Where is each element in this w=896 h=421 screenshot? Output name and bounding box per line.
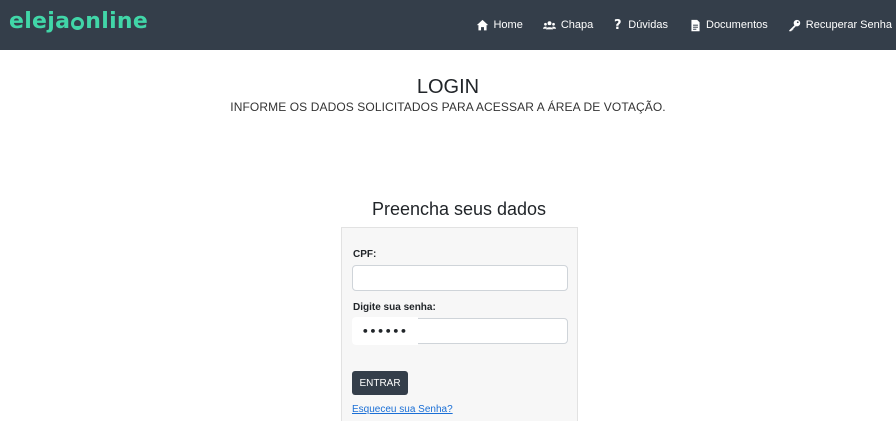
form-heading: Preencha seus dados: [371, 199, 547, 219]
nav-home[interactable]: Home: [475, 18, 523, 32]
cpf-label: CPF:: [353, 249, 377, 260]
login-card: CPF: Digite sua senha: •••••• ENTRAR Esq…: [341, 227, 578, 421]
nav-documentos-label: Documentos: [706, 19, 768, 31]
nav-documentos[interactable]: Documentos: [688, 18, 768, 32]
nav-chapa-label: Chapa: [560, 19, 594, 31]
nav-chapa[interactable]: Chapa: [543, 18, 593, 32]
page-subtitle: INFORME OS DADOS SOLICITADOS PARA ACESSA…: [230, 100, 666, 114]
nav-recuperar-senha-label: Recuperar Senha: [805, 19, 892, 31]
nav-recuperar-senha[interactable]: Recuperar Senha: [788, 18, 892, 32]
entrar-button[interactable]: ENTRAR: [352, 371, 408, 395]
brand-part1: eleja: [9, 9, 71, 34]
password-value: ••••••: [362, 325, 408, 338]
users-icon: [543, 18, 557, 32]
brand-logo[interactable]: eleja nline: [9, 9, 148, 34]
nav-duvidas[interactable]: ? Dúvidas: [613, 17, 668, 33]
brand-o-icon: [71, 16, 85, 30]
page-title: LOGIN: [416, 76, 480, 98]
question-icon: ?: [613, 17, 622, 33]
nav-duvidas-label: Dúvidas: [628, 19, 668, 31]
forgot-password-link[interactable]: Esqueceu sua Senha?: [352, 404, 453, 415]
cpf-input[interactable]: [352, 265, 568, 291]
navbar: eleja nline Home Chapa ? Dúvidas Document…: [0, 0, 896, 50]
nav-home-label: Home: [493, 19, 523, 31]
brand-part2: nline: [85, 9, 149, 34]
home-icon: [475, 18, 489, 32]
key-icon: [788, 18, 802, 32]
document-icon: [688, 18, 702, 32]
senha-label: Digite sua senha:: [353, 302, 436, 313]
main-nav: Home Chapa ? Dúvidas Documentos Recupera…: [475, 0, 896, 50]
